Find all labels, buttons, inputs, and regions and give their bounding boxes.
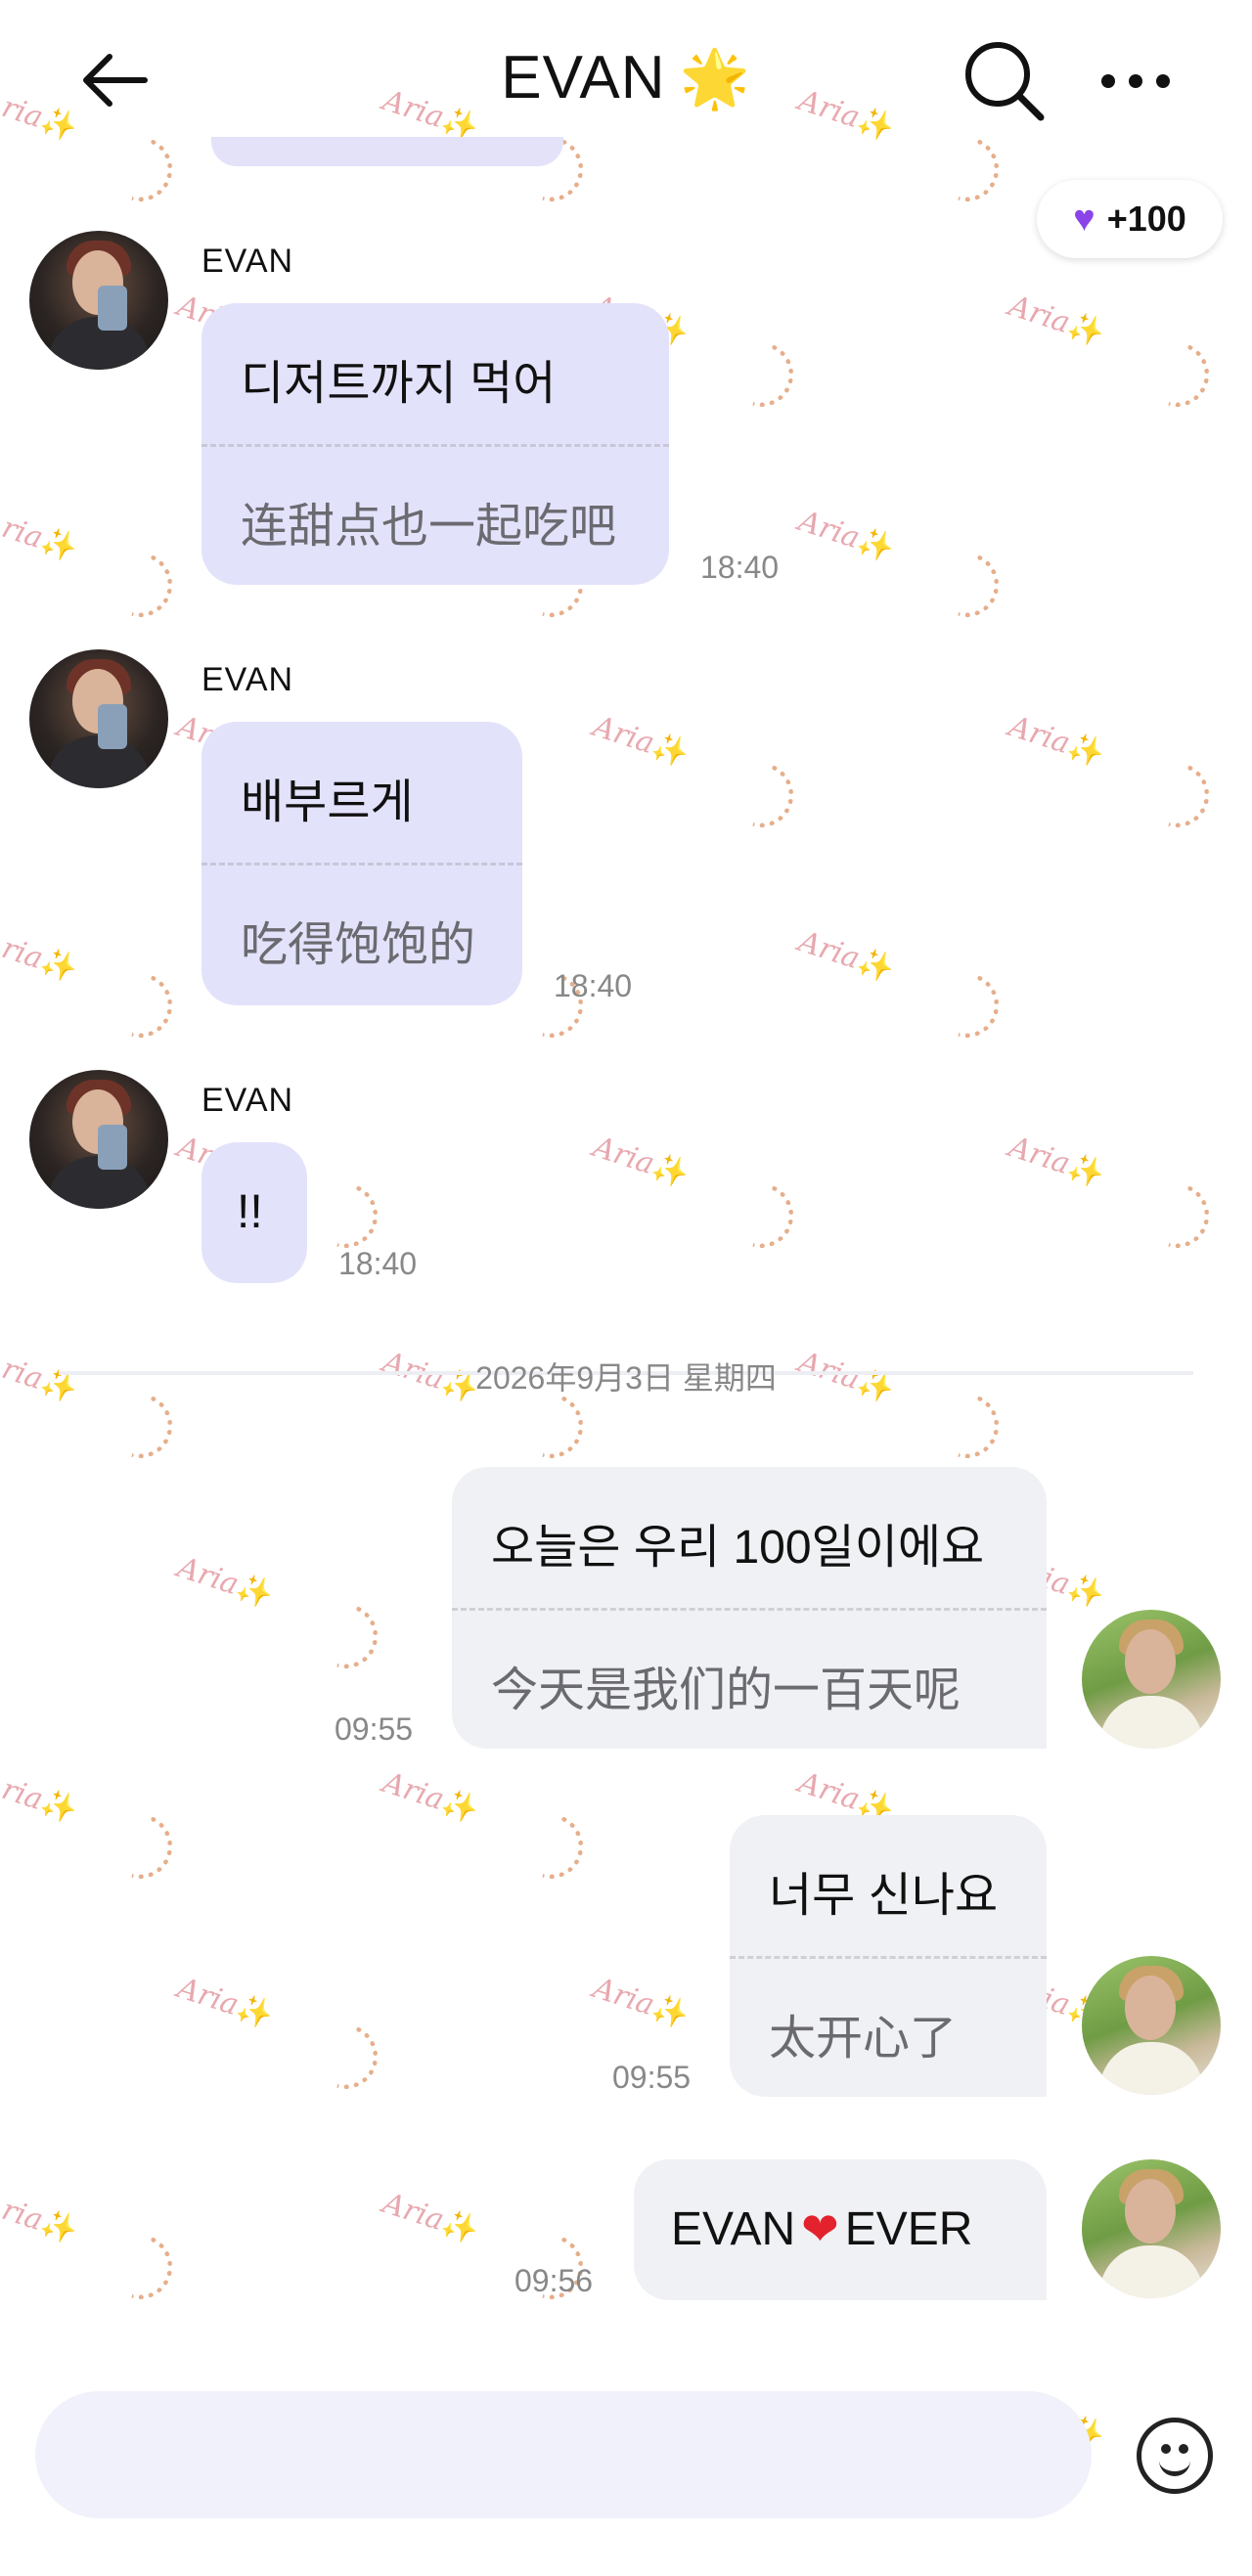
search-button[interactable] — [961, 37, 1047, 123]
watermark: Aria✨ — [1005, 289, 1109, 352]
date-separator: 2026年9月3日 星期四 — [0, 1354, 1252, 1399]
message-text-before: EVAN — [671, 2203, 796, 2255]
translation-divider — [730, 1956, 1047, 1959]
glowing-star-icon: 🌟 — [679, 47, 751, 111]
message-translation-text: 太开心了 — [769, 2013, 958, 2065]
watermark: Aria✨ — [589, 1971, 693, 2034]
swirl-decoration — [95, 540, 185, 630]
outgoing-message-bubble[interactable]: 너무 신나요 太开心了 — [730, 1815, 1047, 2097]
message-time: 18:40 — [338, 1246, 418, 1281]
translation-divider — [452, 1608, 1047, 1611]
outgoing-message-bubble[interactable]: 오늘은 우리 100일이에요 今天是我们的一百天呢 — [452, 1467, 1047, 1749]
swirl-decoration — [921, 540, 1011, 630]
emoji-button[interactable] — [1137, 2418, 1213, 2494]
more-dot-icon — [1156, 74, 1170, 88]
message-korean-text: 너무 신나요 — [769, 1870, 999, 1922]
evan-avatar[interactable] — [29, 231, 168, 370]
swirl-decoration — [716, 1171, 806, 1261]
swirl-decoration — [1132, 330, 1222, 420]
swirl-decoration — [716, 750, 806, 840]
swirl-decoration — [300, 2012, 390, 2102]
more-dot-icon — [1101, 74, 1115, 88]
translation-divider — [201, 444, 669, 447]
message-text: EVAN ❤ EVER — [671, 2202, 972, 2256]
message-time: 18:40 — [700, 550, 780, 585]
watermark: Aria✨ — [0, 1765, 82, 1829]
message-time: 09:55 — [612, 2060, 692, 2095]
incoming-message-bubble[interactable]: !! — [201, 1142, 307, 1283]
message-time: 18:40 — [554, 968, 633, 1003]
date-separator-text: 2026年9月3日 星期四 — [475, 1360, 777, 1396]
message-text-after: EVER — [844, 2203, 973, 2255]
more-options-button[interactable] — [1097, 55, 1174, 104]
message-time: 09:56 — [514, 2263, 594, 2298]
message-translation-text: 今天是我们的一百天呢 — [491, 1665, 961, 1716]
swirl-decoration — [921, 960, 1011, 1050]
red-heart-icon: ❤ — [801, 2203, 839, 2254]
watermark: Aria✨ — [1005, 709, 1109, 773]
incoming-message-bubble[interactable]: 디저트까지 먹어 连甜点也一起吃吧 — [201, 303, 669, 585]
sender-name: EVAN — [201, 661, 294, 698]
watermark: Aria✨ — [0, 504, 82, 567]
my-avatar[interactable] — [1082, 2159, 1221, 2298]
swirl-decoration — [95, 1801, 185, 1891]
message-translation-text: 吃得饱饱的 — [241, 919, 476, 971]
swirl-decoration — [95, 2222, 185, 2312]
purple-heart-icon: ♥ — [1073, 198, 1096, 240]
message-korean-text: !! — [237, 1186, 263, 1238]
sender-name: EVAN — [201, 1082, 294, 1119]
evan-avatar[interactable] — [29, 1070, 168, 1209]
message-time: 09:55 — [335, 1711, 414, 1747]
sender-name: EVAN — [201, 243, 294, 280]
watermark: Aria✨ — [173, 1550, 278, 1614]
evan-avatar[interactable] — [29, 649, 168, 788]
message-korean-text: 배부르게 — [241, 777, 414, 828]
incoming-message-bubble[interactable]: 배부르게 吃得饱饱的 — [201, 722, 522, 1005]
watermark: Aria✨ — [794, 924, 899, 988]
chat-title-text: EVAN — [501, 44, 666, 111]
reward-points-value: +100 — [1106, 199, 1186, 239]
search-icon — [965, 42, 1045, 121]
watermark: Aria✨ — [794, 504, 899, 567]
watermark: Aria✨ — [173, 1971, 278, 2034]
my-avatar[interactable] — [1082, 1956, 1221, 2095]
swirl-decoration — [1132, 1171, 1222, 1261]
message-translation-text: 连甜点也一起吃吧 — [241, 501, 617, 553]
message-korean-text: 오늘은 우리 100일이에요 — [491, 1522, 985, 1574]
reward-points-badge[interactable]: ♥ +100 — [1037, 180, 1223, 258]
swirl-decoration — [506, 1801, 596, 1891]
chat-header: EVAN 🌟 — [0, 0, 1252, 156]
swirl-decoration — [300, 1591, 390, 1681]
outgoing-message-bubble[interactable]: EVAN ❤ EVER — [634, 2159, 1047, 2300]
message-korean-text: 디저트까지 먹어 — [241, 358, 557, 410]
watermark: Aria✨ — [589, 1130, 693, 1193]
watermark: Aria✨ — [589, 709, 693, 773]
watermark: Aria✨ — [379, 2186, 483, 2249]
more-dot-icon — [1129, 74, 1142, 88]
message-input[interactable] — [35, 2391, 1092, 2518]
watermark: Aria✨ — [0, 2186, 82, 2249]
swirl-decoration — [95, 960, 185, 1050]
translation-divider — [201, 863, 522, 866]
chat-title: EVAN 🌟 — [0, 43, 1252, 112]
swirl-decoration — [716, 330, 806, 420]
swirl-decoration — [1132, 750, 1222, 840]
watermark: Aria✨ — [0, 924, 82, 988]
my-avatar[interactable] — [1082, 1610, 1221, 1749]
watermark: Aria✨ — [379, 1765, 483, 1829]
watermark: Aria✨ — [1005, 1130, 1109, 1193]
